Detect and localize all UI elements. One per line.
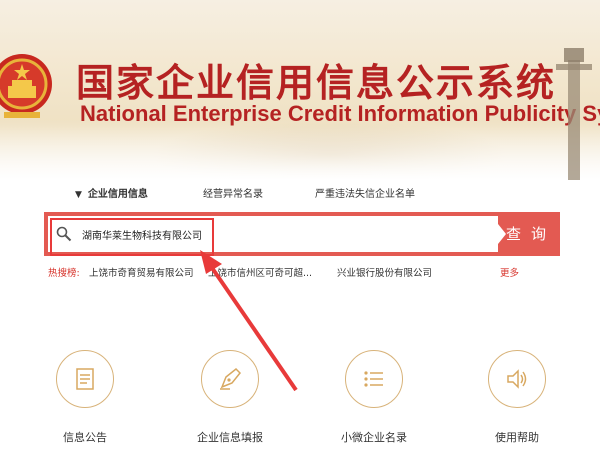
- site-title-cn: 国家企业信用信息公示系统: [76, 61, 557, 105]
- hot-search-item[interactable]: 兴业银行股份有限公司: [337, 265, 432, 279]
- search-button[interactable]: 查询: [502, 212, 560, 256]
- hot-search-label: 热搜榜:: [48, 268, 80, 279]
- pen-icon: [220, 367, 242, 390]
- list-icon: [364, 371, 383, 387]
- feature-circle: [56, 350, 114, 408]
- hot-search-item[interactable]: 上饶市奇育贸易有限公司: [89, 265, 194, 279]
- feature-label: 企业信息填报: [197, 431, 263, 444]
- tab-serious-violation[interactable]: 严重违法失信企业名单: [315, 185, 415, 200]
- header-banner: 国家企业信用信息公示系统 National Enterprise Credit …: [0, 0, 600, 180]
- tab-label: 企业信用信息: [87, 189, 148, 200]
- tab-enterprise-credit[interactable]: ▼ 企业信用信息: [75, 185, 148, 200]
- feature-label: 使用帮助: [495, 431, 539, 444]
- feature-label: 信息公告: [63, 431, 107, 444]
- tab-abnormal-operation[interactable]: 经营异常名录: [203, 185, 263, 200]
- tab-label: 经营异常名录: [203, 189, 263, 200]
- site-title-en: National Enterprise Credit Information P…: [80, 101, 600, 126]
- tab-label: 严重违法失信企业名单: [315, 189, 415, 200]
- feature-help[interactable]: 使用帮助: [467, 350, 567, 445]
- national-emblem-icon: [0, 54, 52, 118]
- triangle-down-icon: ▼: [75, 190, 82, 200]
- feature-label: 小微企业名录: [341, 431, 407, 444]
- hot-search-bar: 热搜榜: 上饶市奇育贸易有限公司 上饶市信州区可奇可超... 兴业银行股份有限公…: [48, 265, 568, 279]
- highlight-box: [50, 218, 214, 256]
- speaker-icon: [507, 369, 527, 389]
- banner-fade: [0, 120, 600, 180]
- feature-small-micro-list[interactable]: 小微企业名录: [324, 350, 424, 445]
- search-category-tabs: ▼ 企业信用信息 经营异常名录 严重违法失信企业名单: [70, 185, 530, 203]
- feature-circle: [201, 350, 259, 408]
- feature-info-announcement[interactable]: 信息公告: [35, 350, 135, 445]
- feature-circle: [345, 350, 403, 408]
- feature-icons-row: 信息公告 企业信息填报 小微企业名录 使用帮助: [0, 350, 600, 450]
- feature-circle: [488, 350, 546, 408]
- hot-search-item[interactable]: 上饶市信州区可奇可超...: [208, 265, 312, 279]
- hot-search-more-link[interactable]: 更多: [500, 265, 519, 279]
- huabiao-pillar-icon: [556, 48, 592, 180]
- document-icon: [76, 368, 94, 390]
- feature-enterprise-info-report[interactable]: 企业信息填报: [180, 350, 280, 445]
